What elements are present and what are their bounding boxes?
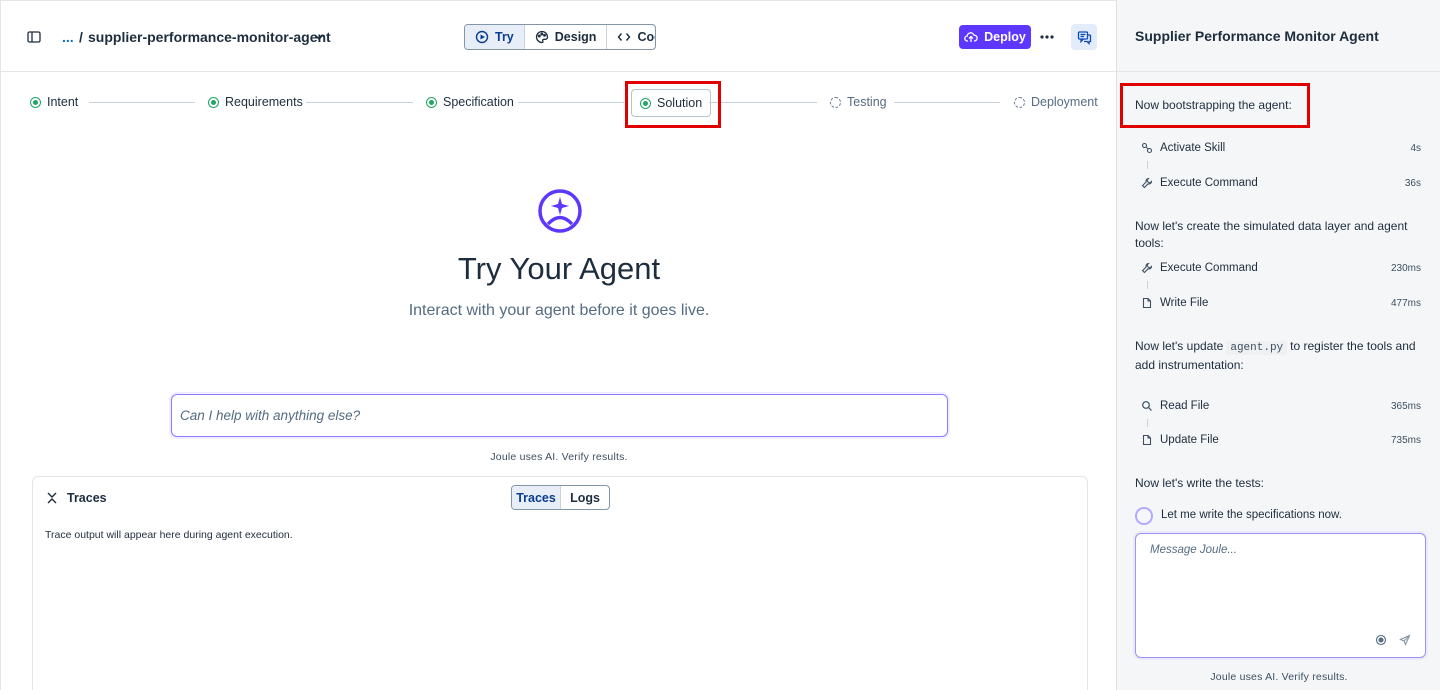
code-icon	[618, 33, 631, 41]
divider	[1117, 71, 1440, 72]
step-connector	[709, 102, 817, 103]
collapse-icon[interactable]	[45, 491, 59, 505]
tool-connector	[1147, 161, 1148, 169]
message-text: Now let's update	[1135, 339, 1224, 353]
search-icon	[1142, 401, 1152, 411]
deploy-button[interactable]: Deploy	[959, 25, 1031, 49]
step-done-icon	[426, 96, 437, 108]
mode-design-label: Design	[554, 30, 597, 44]
traces-tab-switcher: Traces Logs	[511, 485, 610, 510]
wrench-icon	[1141, 262, 1153, 274]
tool-step-execute-command[interactable]: Execute Command 36s	[1141, 175, 1421, 191]
chat-panel-toggle-button[interactable]	[1071, 24, 1097, 50]
tool-step-read-file[interactable]: Read File 365ms	[1141, 398, 1421, 414]
step-done-icon	[30, 96, 41, 108]
tool-step-label: Write File	[1160, 297, 1209, 309]
step-testing[interactable]: Testing	[830, 95, 887, 109]
traces-panel: Traces Traces Logs Trace output will app…	[32, 476, 1088, 690]
assistant-message: Now let's update agent.py to register the …	[1135, 338, 1430, 374]
traces-title: Traces	[67, 491, 107, 505]
palette-icon	[535, 30, 548, 44]
breadcrumb-separator: /	[79, 29, 83, 45]
skill-icon	[1141, 142, 1153, 154]
tool-step-write-file[interactable]: Write File 477ms	[1141, 295, 1421, 311]
tool-step-duration: 36s	[1404, 177, 1421, 189]
highlight-box-solution	[625, 81, 721, 128]
loading-spinner-icon	[1135, 507, 1153, 525]
agent-chat-input[interactable]	[171, 394, 948, 437]
mode-code-label: Code	[637, 30, 655, 44]
step-label: Intent	[47, 95, 79, 109]
more-options-button[interactable]	[1037, 27, 1057, 47]
deploy-label: Deploy	[984, 30, 1026, 44]
tool-step-duration: 477ms	[1390, 297, 1421, 309]
step-connector	[518, 102, 624, 103]
step-requirements[interactable]: Requirements	[208, 95, 303, 109]
step-label: Specification	[443, 95, 514, 109]
tool-connector	[1147, 419, 1148, 427]
send-icon[interactable]	[1399, 634, 1411, 646]
tool-step-label: Update File	[1160, 434, 1219, 446]
mode-design-button[interactable]: Design	[525, 25, 608, 49]
wrench-icon	[1141, 177, 1153, 189]
tool-step-label: Execute Command	[1160, 177, 1258, 189]
tab-traces[interactable]: Traces	[512, 486, 561, 509]
tab-logs[interactable]: Logs	[561, 486, 609, 509]
step-connector	[894, 102, 1000, 103]
mode-try-button[interactable]: Try	[465, 25, 525, 49]
more-horizontal-icon	[1040, 35, 1054, 39]
step-specification[interactable]: Specification	[426, 95, 514, 109]
highlight-box-bootstrap	[1120, 83, 1310, 128]
tool-connector	[1147, 281, 1148, 289]
assistant-message: Now let's create the simulated data laye…	[1135, 219, 1408, 250]
tool-step-duration: 735ms	[1390, 434, 1421, 446]
ai-disclaimer: Joule uses AI. Verify results.	[490, 451, 628, 463]
record-icon[interactable]	[1375, 634, 1387, 646]
ai-disclaimer: Joule uses AI. Verify results.	[1210, 671, 1348, 683]
joule-side-panel: Supplier Performance Monitor Agent Now b…	[1116, 0, 1440, 690]
step-deployment[interactable]: Deployment	[1014, 95, 1098, 109]
hero-subtitle: Interact with your agent before it goes …	[408, 302, 710, 319]
step-pending-icon	[1014, 96, 1025, 108]
hero-title: Try Your Agent	[457, 251, 661, 286]
chat-bubbles-icon	[1077, 30, 1091, 45]
main-pane: ... / supplier-performance-monitor-agent…	[0, 0, 1117, 690]
tool-step-duration: 4s	[1410, 142, 1421, 154]
tool-step-label: Read File	[1160, 400, 1210, 412]
inline-code: agent.py	[1226, 341, 1288, 355]
step-intent[interactable]: Intent	[30, 95, 78, 109]
step-label: Testing	[847, 95, 887, 109]
step-pending-icon	[830, 96, 841, 108]
tool-step-label: Activate Skill	[1160, 142, 1226, 154]
traces-empty-message: Trace output will appear here during age…	[45, 529, 293, 541]
tool-step-update-file[interactable]: Update File 735ms	[1141, 432, 1421, 448]
tool-step-label: Execute Command	[1160, 262, 1258, 274]
step-label: Deployment	[1031, 95, 1098, 109]
tool-step-activate-skill[interactable]: Activate Skill 4s	[1141, 140, 1421, 156]
file-icon	[1142, 434, 1152, 446]
tool-step-duration: 365ms	[1390, 400, 1421, 412]
step-connector	[89, 102, 195, 103]
cloud-upload-icon	[964, 32, 978, 42]
top-bar: ... / supplier-performance-monitor-agent…	[1, 1, 1117, 72]
mode-code-button[interactable]: Code	[607, 25, 655, 49]
agent-logo-icon	[538, 189, 582, 233]
project-name: supplier-performance-monitor-agent	[88, 29, 331, 45]
step-label: Requirements	[225, 95, 303, 109]
side-panel-title: Supplier Performance Monitor Agent	[1135, 28, 1379, 44]
try-icon	[475, 30, 489, 44]
tool-step-duration: 230ms	[1390, 262, 1421, 274]
mode-switcher: Try Design Code	[464, 24, 656, 50]
step-done-icon	[208, 96, 219, 108]
sidebar-toggle-icon[interactable]	[26, 29, 42, 45]
progress-message: Let me write the specifications now.	[1161, 509, 1342, 521]
step-connector	[306, 102, 413, 103]
chevron-down-icon[interactable]	[312, 30, 326, 44]
mode-try-label: Try	[495, 30, 514, 44]
file-icon	[1142, 297, 1152, 309]
assistant-message: Now let's write the tests:	[1135, 476, 1264, 490]
breadcrumb-ellipsis[interactable]: ...	[62, 28, 74, 46]
progress-stepper: Intent Requirements Specification Soluti…	[1, 73, 1117, 133]
tool-step-execute-command[interactable]: Execute Command 230ms	[1141, 260, 1421, 276]
